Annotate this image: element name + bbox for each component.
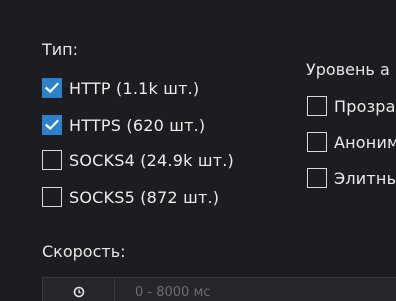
checkbox-http[interactable] [42,78,62,98]
type-option-label: SOCKS5 (872 шт.) [69,187,220,207]
type-filter-label: Тип: [42,40,79,59]
speed-icon-cell [43,278,115,301]
type-option-http[interactable]: HTTP (1.1k шт.) [42,77,199,99]
speed-input[interactable] [115,278,396,301]
checkbox-socks4[interactable] [42,150,62,170]
anonymity-option-label: Элитны [334,168,396,188]
checkbox-anonymous[interactable] [307,132,327,152]
type-option-https[interactable]: HTTPS (620 шт.) [42,114,205,136]
clock-icon [73,286,84,298]
checkmark-icon [45,119,59,131]
checkbox-elite[interactable] [307,168,327,188]
type-option-socks5[interactable]: SOCKS5 (872 шт.) [42,186,219,208]
type-option-socks4[interactable]: SOCKS4 (24.9k шт.) [42,149,234,171]
speed-field [42,277,396,301]
filter-panel: Тип: HTTP (1.1k шт.) HTTPS (620 шт.) SOC… [0,0,396,301]
checkbox-transparent[interactable] [307,96,327,116]
anonymity-option-anonymous[interactable]: Аноним [307,131,396,153]
anonymity-option-elite[interactable]: Элитны [307,167,396,189]
type-option-label: HTTP (1.1k шт.) [69,78,200,98]
checkbox-https[interactable] [42,115,62,135]
anonymity-option-label: Аноним [334,132,396,152]
checkbox-socks5[interactable] [42,187,62,207]
type-option-label: HTTPS (620 шт.) [69,115,206,135]
type-option-label: SOCKS4 (24.9k шт.) [69,150,234,170]
anonymity-option-label: Прозра [334,96,396,116]
anonymity-filter-label: Уровень а [306,60,390,79]
checkmark-icon [45,82,59,94]
anonymity-option-transparent[interactable]: Прозра [307,95,396,117]
speed-label: Скорость: [42,242,126,261]
